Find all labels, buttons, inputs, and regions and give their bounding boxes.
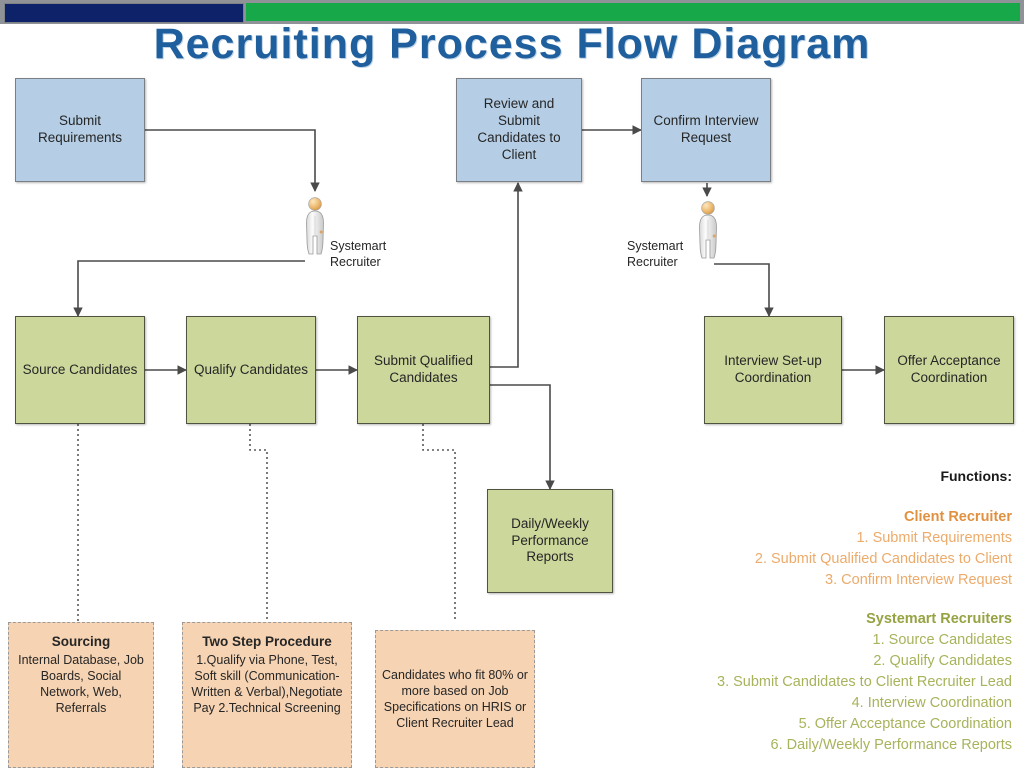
- node-label: Qualify Candidates: [193, 361, 309, 377]
- actor-label-2: Systemart Recruiter: [627, 239, 684, 270]
- legend-group-heading: Systemart Recruiters: [866, 611, 1012, 627]
- functions-legend: Functions:: [592, 466, 1012, 486]
- legend-item: 1. Source Candidates: [872, 632, 1012, 649]
- node-label: Daily/Weekly Performance Reports: [511, 515, 589, 565]
- node-label: Offer Acceptance Coordination: [897, 353, 1001, 385]
- node-qualify-candidates[interactable]: Qualify Candidates: [186, 316, 316, 424]
- note-body: Internal Database, Job Boards, Social Ne…: [18, 652, 144, 716]
- note-two-step-procedure: Two Step Procedure 1.Qualify via Phone, …: [182, 622, 352, 768]
- node-label: Interview Set-up Coordination: [724, 353, 822, 385]
- wire-submitqualified-to-fit-note: [422, 424, 456, 622]
- node-label: Confirm Interview Request: [653, 113, 759, 145]
- diagram-canvas: Recruiting Process Flow Diagram Submit R…: [0, 0, 1024, 768]
- legend-group-heading: Client Recruiter: [904, 509, 1012, 525]
- node-label: Review and Submit Candidates to Client: [477, 96, 561, 162]
- page-title: Recruiting Process Flow Diagram: [153, 20, 871, 68]
- wire-actor1-to-source: [73, 260, 305, 317]
- wire-qualify-to-twostep-note: [249, 424, 268, 622]
- legend-item: 3. Submit Candidates to Client Recruiter…: [717, 674, 1012, 691]
- dashed-note-connectors: [77, 424, 456, 622]
- actor-systemart-recruiter-2: [695, 200, 721, 262]
- legend-title: Functions:: [940, 468, 1012, 484]
- node-offer-acceptance-coordination[interactable]: Offer Acceptance Coordination: [884, 316, 1014, 424]
- node-interview-setup-coordination[interactable]: Interview Set-up Coordination: [704, 316, 842, 424]
- banner-green-bar: [246, 3, 1020, 21]
- legend-item: 5. Offer Acceptance Coordination: [798, 716, 1012, 733]
- actor-systemart-recruiter-1: [302, 196, 328, 258]
- legend-group-client-recruiter: Client Recruiter 1. Submit Requirements …: [592, 507, 1012, 591]
- note-fit-criteria: Candidates who fit 80% or more based on …: [375, 630, 535, 768]
- node-submit-requirements[interactable]: Submit Requirements: [15, 78, 145, 182]
- node-confirm-interview-request[interactable]: Confirm Interview Request: [641, 78, 771, 182]
- person-icon: [306, 197, 324, 255]
- note-body: Candidates who fit 80% or more based on …: [382, 667, 528, 731]
- wire-actor2-to-interviewsetup: [714, 263, 774, 317]
- node-label: Source Candidates: [22, 361, 138, 377]
- node-label: Submit Qualified Candidates: [373, 353, 474, 385]
- node-source-candidates[interactable]: Source Candidates: [15, 316, 145, 424]
- solid-connectors: [73, 125, 885, 490]
- wire-submitqualified-to-reports: [490, 384, 555, 490]
- node-submit-qualified-candidates[interactable]: Submit Qualified Candidates: [357, 316, 490, 424]
- legend-item: 2. Submit Qualified Candidates to Client: [754, 551, 1012, 568]
- note-heading: Sourcing: [51, 634, 111, 649]
- node-label: Submit Requirements: [37, 113, 123, 145]
- node-review-and-submit-candidates[interactable]: Review and Submit Candidates to Client: [456, 78, 582, 182]
- wire-submitqualified-to-review: [490, 182, 523, 368]
- person-icon: [699, 201, 717, 259]
- wire-requirements-to-actor1: [145, 129, 320, 192]
- legend-group-systemart-recruiters: Systemart Recruiters 1. Source Candidate…: [592, 609, 1012, 756]
- note-body: 1.Qualify via Phone, Test, Soft skill (C…: [191, 652, 343, 716]
- note-sourcing: Sourcing Internal Database, Job Boards, …: [8, 622, 154, 768]
- legend-item: 1. Submit Requirements: [856, 530, 1012, 547]
- note-heading: Two Step Procedure: [202, 634, 332, 649]
- legend-item: 2. Qualify Candidates: [873, 653, 1012, 670]
- legend-item: 3. Confirm Interview Request: [825, 572, 1012, 589]
- actor-label-1: Systemart Recruiter: [330, 239, 387, 270]
- legend-item: 6. Daily/Weekly Performance Reports: [770, 737, 1013, 754]
- legend-item: 4. Interview Coordination: [851, 695, 1012, 712]
